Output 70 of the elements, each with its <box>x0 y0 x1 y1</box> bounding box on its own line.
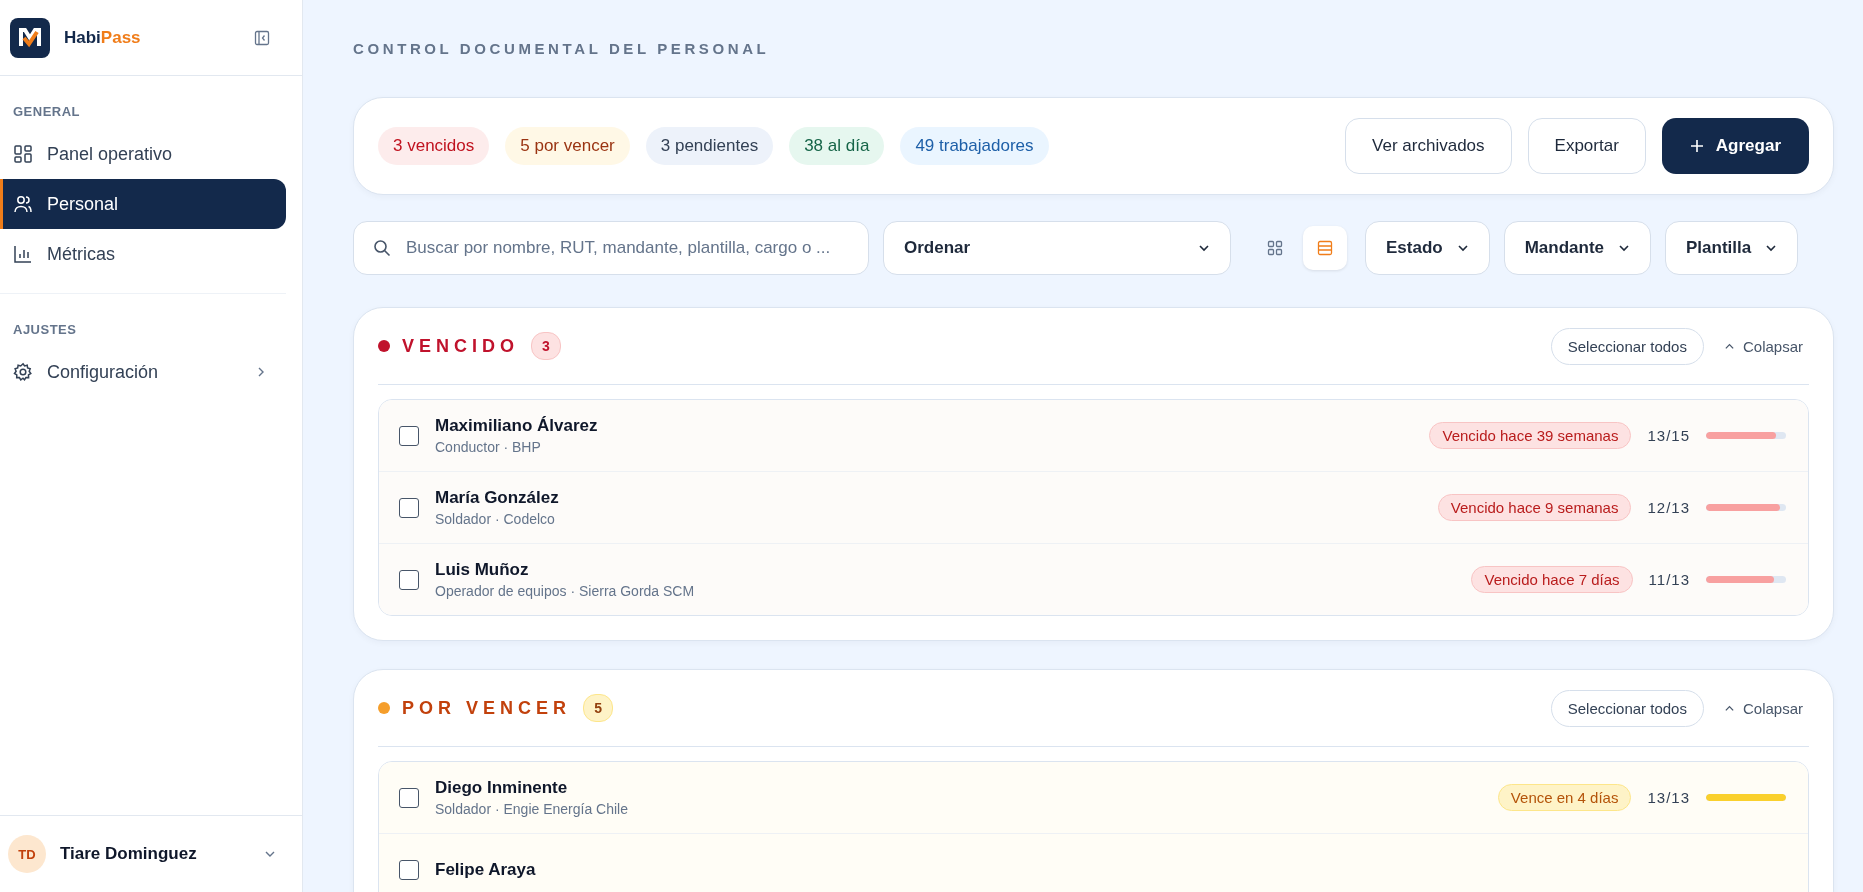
list-view-button[interactable] <box>1303 226 1347 270</box>
worker-name[interactable]: Luis Muñoz <box>435 560 695 580</box>
users-icon <box>13 194 33 214</box>
grid-icon <box>1267 240 1283 256</box>
status-dot <box>378 340 390 352</box>
status-badge: Vencido hace 7 días <box>1471 566 1633 593</box>
worker-name[interactable]: Diego Inminente <box>435 778 628 798</box>
count-badge: 5 <box>583 694 614 722</box>
group-title: POR VENCER <box>402 697 572 719</box>
status-count-chip: 49 trabajadores <box>900 127 1049 165</box>
worker-name[interactable]: María González <box>435 488 559 508</box>
select-all-button[interactable]: Seleccionar todos <box>1550 327 1704 365</box>
status-badge: Vence en 4 días <box>1497 784 1632 811</box>
count-badge: 3 <box>531 332 561 360</box>
worker-role: Soldador · Codelco <box>435 511 556 527</box>
status-count-chip: 5 por vencer <box>505 127 630 165</box>
status-count-chip: 38 al día <box>789 127 885 165</box>
brand-name: HabiPass <box>64 27 142 48</box>
dashboard-icon <box>13 144 33 164</box>
worker-name[interactable]: Maximiliano Álvarez <box>435 416 598 436</box>
app-logo <box>10 17 50 58</box>
settings-icon <box>13 362 33 382</box>
group-title: VENCIDO <box>402 335 519 357</box>
collapse-button[interactable]: Colapsar <box>1715 699 1809 717</box>
chevron-down-icon <box>1765 242 1778 254</box>
list-icon <box>1317 240 1333 256</box>
worker-role: Operador de equipos · Sierra Gorda SCM <box>435 583 695 599</box>
sort-dropdown[interactable]: Ordenar <box>883 221 1231 275</box>
section-heading: GENERAL <box>12 103 82 121</box>
sidebar-toggle-icon[interactable] <box>254 29 270 46</box>
document-count: 13/15 <box>1647 427 1690 444</box>
chevron-down-icon <box>1456 242 1469 254</box>
chevron-down-icon <box>1198 242 1210 254</box>
status-dot <box>378 702 390 714</box>
row-checkbox[interactable] <box>399 425 419 446</box>
collapse-button[interactable]: Colapsar <box>1715 337 1809 355</box>
worker-role: Soldador · Engie Energía Chile <box>435 801 628 817</box>
chevron-right-icon <box>256 367 266 377</box>
nav-item[interactable]: Métricas <box>0 229 286 279</box>
filter-dropdown[interactable]: Plantilla <box>1665 221 1799 275</box>
nav-item[interactable]: Panel operativo <box>0 129 286 179</box>
document-count: 12/13 <box>1647 499 1690 516</box>
select-all-button[interactable]: Seleccionar todos <box>1550 689 1704 727</box>
filter-dropdown[interactable]: Mandante <box>1503 221 1652 275</box>
row-checkbox[interactable] <box>399 497 419 518</box>
chevron-down-icon <box>1618 242 1631 254</box>
document-count: 13/13 <box>1647 789 1690 806</box>
worker-name[interactable]: Felipe Araya <box>435 859 536 880</box>
status-badge: Vencido hace 39 semanas <box>1429 422 1632 449</box>
nav-item[interactable]: Configuración <box>0 347 286 397</box>
document-count: 11/13 <box>1648 571 1690 588</box>
action-button[interactable]: Ver archivados <box>1345 118 1512 174</box>
row-checkbox[interactable] <box>399 859 419 880</box>
nav-item[interactable]: Personal <box>0 179 286 229</box>
row-checkbox[interactable] <box>399 787 419 808</box>
bar-chart-icon <box>13 244 33 264</box>
plus-icon <box>1689 139 1704 153</box>
worker-role: Conductor · BHP <box>435 439 542 455</box>
action-button[interactable]: Exportar <box>1527 118 1646 174</box>
status-count-chip: 3 pendientes <box>645 127 774 165</box>
page-title: CONTROL DOCUMENTAL DEL PERSONAL <box>353 40 771 57</box>
filter-dropdown[interactable]: Estado <box>1365 221 1490 275</box>
row-checkbox[interactable] <box>399 569 419 590</box>
user-avatar: TD <box>8 835 46 873</box>
add-button[interactable]: Agregar <box>1661 118 1809 174</box>
section-heading: AJUSTES <box>12 321 78 339</box>
status-count-chip: 3 vencidos <box>378 127 490 165</box>
status-badge: Vencido hace 9 semanas <box>1437 494 1632 521</box>
user-name[interactable]: Tiare Dominguez <box>60 844 250 864</box>
search-field[interactable]: Buscar por nombre, RUT, mandante, plantilla, cargo o ... <box>353 221 869 275</box>
